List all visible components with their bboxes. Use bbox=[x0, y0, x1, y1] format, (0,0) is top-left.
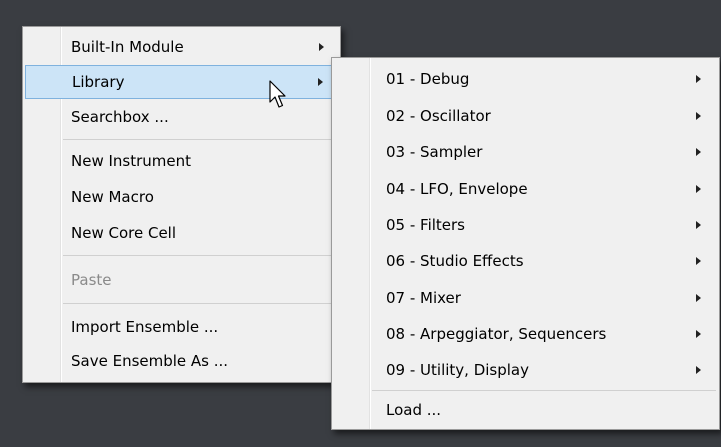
menu-item-label: New Macro bbox=[71, 188, 154, 206]
library-item-load[interactable]: Load ... bbox=[334, 393, 717, 427]
menu-item-label: New Core Cell bbox=[71, 224, 177, 242]
menu-item-import-ensemble[interactable]: Import Ensemble ... bbox=[25, 310, 338, 344]
submenu-arrow-icon bbox=[318, 78, 323, 86]
menu-item-searchbox[interactable]: Searchbox ... bbox=[25, 100, 338, 134]
menu-item-label: Built-In Module bbox=[71, 38, 184, 56]
menu-item-label: 01 - Debug bbox=[386, 70, 470, 88]
menu-item-paste: Paste bbox=[25, 263, 338, 297]
menu-separator bbox=[372, 390, 716, 391]
menu-item-new-core-cell[interactable]: New Core Cell bbox=[25, 216, 338, 250]
menu-separator bbox=[63, 255, 337, 256]
submenu-arrow-icon bbox=[696, 294, 701, 302]
menu-item-label: 03 - Sampler bbox=[386, 143, 483, 161]
menu-item-new-macro[interactable]: New Macro bbox=[25, 180, 338, 214]
menu-separator bbox=[63, 139, 337, 140]
menu-item-label: 08 - Arpeggiator, Sequencers bbox=[386, 325, 607, 343]
menu-item-built-in-module[interactable]: Built-In Module bbox=[25, 30, 338, 64]
library-item-oscillator[interactable]: 02 - Oscillator bbox=[334, 99, 717, 133]
submenu-arrow-icon bbox=[696, 148, 701, 156]
submenu-arrow-icon bbox=[696, 185, 701, 193]
menu-item-library[interactable]: Library bbox=[25, 65, 338, 99]
menu-item-save-ensemble-as[interactable]: Save Ensemble As ... bbox=[25, 344, 338, 378]
submenu-arrow-icon bbox=[696, 330, 701, 338]
submenu-arrow-icon bbox=[696, 112, 701, 120]
library-item-filters[interactable]: 05 - Filters bbox=[334, 208, 717, 242]
library-item-studio-effects[interactable]: 06 - Studio Effects bbox=[334, 244, 717, 278]
menu-item-label: 04 - LFO, Envelope bbox=[386, 180, 528, 198]
library-submenu: 01 - Debug 02 - Oscillator 03 - Sampler … bbox=[331, 57, 720, 430]
submenu-arrow-icon bbox=[696, 257, 701, 265]
menu-item-label: 07 - Mixer bbox=[386, 289, 461, 307]
menu-item-new-instrument[interactable]: New Instrument bbox=[25, 144, 338, 178]
menu-item-label: Save Ensemble As ... bbox=[71, 352, 229, 370]
menu-item-label: Searchbox ... bbox=[71, 108, 169, 126]
menu-item-label: 06 - Studio Effects bbox=[386, 252, 524, 270]
menu-item-label: Load ... bbox=[386, 401, 442, 419]
library-item-debug[interactable]: 01 - Debug bbox=[334, 62, 717, 96]
submenu-arrow-icon bbox=[696, 366, 701, 374]
submenu-arrow-icon bbox=[319, 43, 324, 51]
library-item-mixer[interactable]: 07 - Mixer bbox=[334, 281, 717, 315]
context-menu: Built-In Module Library Searchbox ... Ne… bbox=[22, 26, 341, 383]
library-item-utility-display[interactable]: 09 - Utility, Display bbox=[334, 353, 717, 387]
library-item-sampler[interactable]: 03 - Sampler bbox=[334, 135, 717, 169]
submenu-arrow-icon bbox=[696, 75, 701, 83]
menu-item-label: Paste bbox=[71, 271, 112, 289]
menu-item-label: 02 - Oscillator bbox=[386, 107, 491, 125]
menu-item-label: 09 - Utility, Display bbox=[386, 361, 529, 379]
menu-item-label: 05 - Filters bbox=[386, 216, 465, 234]
menu-item-label: Import Ensemble ... bbox=[71, 318, 219, 336]
menu-separator bbox=[63, 303, 337, 304]
library-item-lfo-envelope[interactable]: 04 - LFO, Envelope bbox=[334, 172, 717, 206]
library-item-arpeggiator-sequencers[interactable]: 08 - Arpeggiator, Sequencers bbox=[334, 317, 717, 351]
submenu-arrow-icon bbox=[696, 221, 701, 229]
mouse-pointer-icon bbox=[269, 80, 286, 108]
menu-item-label: New Instrument bbox=[71, 152, 192, 170]
menu-item-label: Library bbox=[72, 73, 125, 91]
